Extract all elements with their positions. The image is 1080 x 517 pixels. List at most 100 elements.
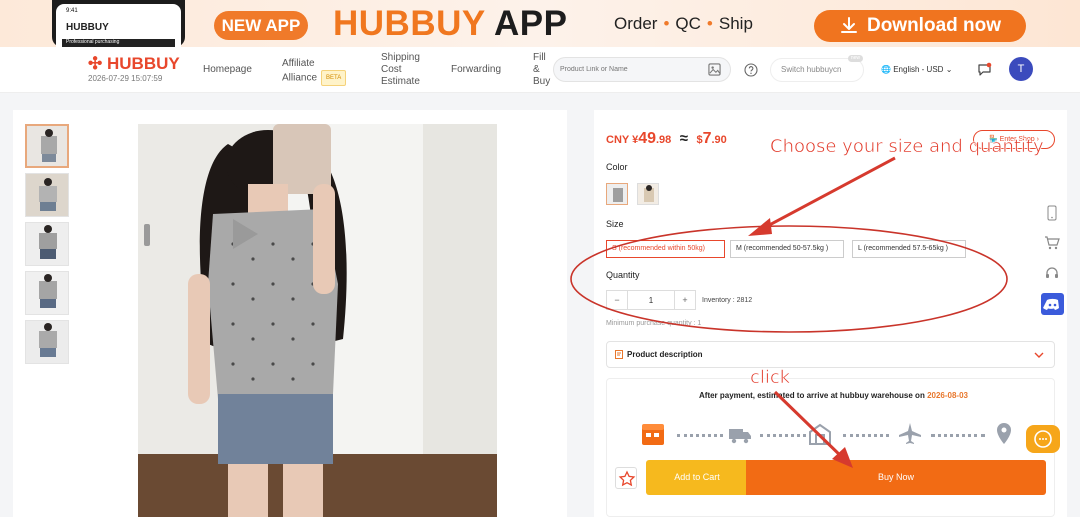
shopping-cart-icon[interactable] [1044, 235, 1060, 251]
price-usd-dec: .90 [711, 134, 727, 146]
download-icon [840, 17, 857, 33]
server-datetime: 2026-07-29 15:07:59 [88, 74, 163, 83]
phone-logo: HUBBUY [66, 22, 109, 33]
inventory-count: Inventory : 2812 [702, 297, 753, 304]
chat-icon [1034, 430, 1052, 448]
nav-fill-and-buy[interactable]: Fill & Buy [533, 52, 550, 88]
new-badge: new [847, 55, 863, 62]
size-label: Size [606, 219, 624, 229]
discord-icon[interactable] [1041, 293, 1064, 315]
switch-site-button[interactable]: Switch hubbuycn new [770, 55, 864, 82]
gallery-thumbnail[interactable] [25, 173, 69, 217]
size-option-l[interactable]: L (recommended 57.5-65kg ) [852, 240, 966, 258]
nav-shipping-cost-estimate[interactable]: Shipping Cost Estimate [381, 52, 420, 88]
size-option-s[interactable]: S (recommended within 50kg) [606, 240, 725, 258]
color-option[interactable] [637, 183, 659, 205]
gallery-thumbnail[interactable] [25, 222, 69, 266]
user-avatar[interactable]: T [1009, 57, 1033, 81]
nav-affiliate-line1: Affiliate [282, 58, 315, 69]
feature-ship: Ship [718, 14, 753, 33]
brand-name: HUBBUY [106, 54, 180, 73]
shipping-note: After payment, estimated to arrive at hu… [699, 391, 925, 400]
airplane-icon [899, 423, 921, 444]
product-description-label: Product description [627, 350, 703, 359]
phone-mockup: 9:41 HUBBUY Professional purchasing [52, 0, 185, 47]
add-to-cart-button[interactable]: Add to Cart [646, 460, 748, 495]
price-cny-int: 49 [638, 130, 656, 147]
nav-fill-line2: & [533, 64, 540, 75]
chevron-down-icon [1034, 352, 1044, 358]
price-display: CNY ¥49.98 ≈ $7.90 [606, 130, 727, 148]
annotation-choose-size: Choose your size and quantity [770, 136, 1044, 158]
minimum-purchase-note: Minimum purchase quantity : 1 [606, 320, 702, 327]
price-cny-dec: .98 [656, 134, 672, 146]
edit-document-icon [615, 350, 623, 359]
progress-dots [677, 434, 723, 437]
nav-affiliate-line2: Alliance [282, 72, 318, 84]
product-info-panel: CNY ¥49.98 ≈ $7.90 🏪 Enter Shop › Color … [594, 110, 1067, 517]
color-label: Color [606, 162, 628, 172]
phone-time: 9:41 [66, 8, 78, 14]
quantity-decrement-button[interactable]: − [607, 291, 627, 309]
mobile-phone-icon[interactable] [1044, 205, 1060, 221]
image-search-icon[interactable] [708, 63, 721, 76]
buy-now-button[interactable]: Buy Now [746, 460, 1046, 495]
nav-shipping-line3: Estimate [381, 76, 420, 87]
language-currency-label: English - USD [893, 65, 944, 74]
quantity-label: Quantity [606, 270, 640, 280]
feature-order: Order [614, 14, 658, 33]
chat-support-button[interactable] [1026, 425, 1060, 453]
store-icon [642, 424, 664, 445]
beta-badge: BETA [321, 70, 347, 86]
nav-homepage[interactable]: Homepage [203, 64, 252, 76]
progress-dots [931, 434, 985, 437]
download-now-label: Download now [866, 15, 1002, 36]
help-icon[interactable] [744, 63, 758, 77]
quantity-increment-button[interactable]: + [675, 291, 695, 309]
chevron-down-icon: ⌄ [945, 65, 953, 74]
new-app-badge: NEW APP [214, 11, 308, 40]
nav-forwarding[interactable]: Forwarding [451, 64, 501, 76]
app-download-banner[interactable]: 9:41 HUBBUY Professional purchasing NEW … [0, 0, 1080, 47]
globe-icon: 🌐 [881, 65, 891, 74]
nav-shipping-line2: Cost [381, 64, 402, 75]
language-currency-selector[interactable]: 🌐 English - USD ⌄ [881, 65, 952, 74]
brand-mark-icon: ✣ [88, 54, 103, 73]
annotation-click: click [750, 367, 791, 389]
banner-features: Order • QC • Ship [614, 14, 753, 33]
headset-icon[interactable] [1044, 265, 1060, 281]
banner-title-app: APP [494, 4, 568, 43]
nav-affiliate-alliance[interactable]: Affiliate Alliance BETA [282, 58, 347, 86]
star-icon [618, 470, 636, 487]
product-gallery [13, 110, 567, 517]
top-navigation: ✣ HUBBUY 2026-07-29 15:07:59 Homepage Af… [0, 47, 1080, 93]
nav-shipping-line1: Shipping [381, 52, 420, 63]
price-cny-label: CNY ¥ [606, 134, 639, 146]
quantity-value[interactable]: 1 [627, 291, 675, 309]
color-option[interactable] [606, 183, 628, 205]
location-pin-icon [997, 423, 1011, 444]
progress-dots [760, 434, 806, 437]
product-main-image[interactable] [138, 124, 497, 517]
product-description-toggle[interactable]: Product description [606, 341, 1055, 368]
download-now-button[interactable]: Download now [814, 10, 1026, 42]
nav-fill-line3: Buy [533, 76, 551, 87]
brand-logo[interactable]: ✣ HUBBUY [88, 54, 180, 74]
gallery-thumbnail[interactable] [25, 320, 69, 364]
quantity-stepper: − 1 + [606, 290, 696, 310]
purchase-actions: Add to Cart Buy Now [606, 460, 1055, 498]
search-bar [553, 57, 731, 82]
favorite-button[interactable] [615, 467, 637, 489]
search-input[interactable] [554, 58, 694, 81]
shipping-arrival-date: 2026-08-03 [927, 391, 968, 400]
message-icon[interactable] [977, 62, 992, 77]
switch-site-label: Switch hubbuycn [781, 65, 842, 74]
warehouse-icon [809, 423, 831, 445]
gallery-thumbnail[interactable] [25, 124, 69, 168]
gallery-thumbnail[interactable] [25, 271, 69, 315]
shipping-estimate-text: After payment, estimated to arrive at hu… [699, 391, 968, 400]
approx-symbol: ≈ [679, 130, 688, 147]
banner-title-brand: HUBBUY [333, 4, 486, 43]
size-option-m[interactable]: M (recommended 50-57.5kg ) [730, 240, 844, 258]
nav-fill-line1: Fill [533, 52, 546, 63]
